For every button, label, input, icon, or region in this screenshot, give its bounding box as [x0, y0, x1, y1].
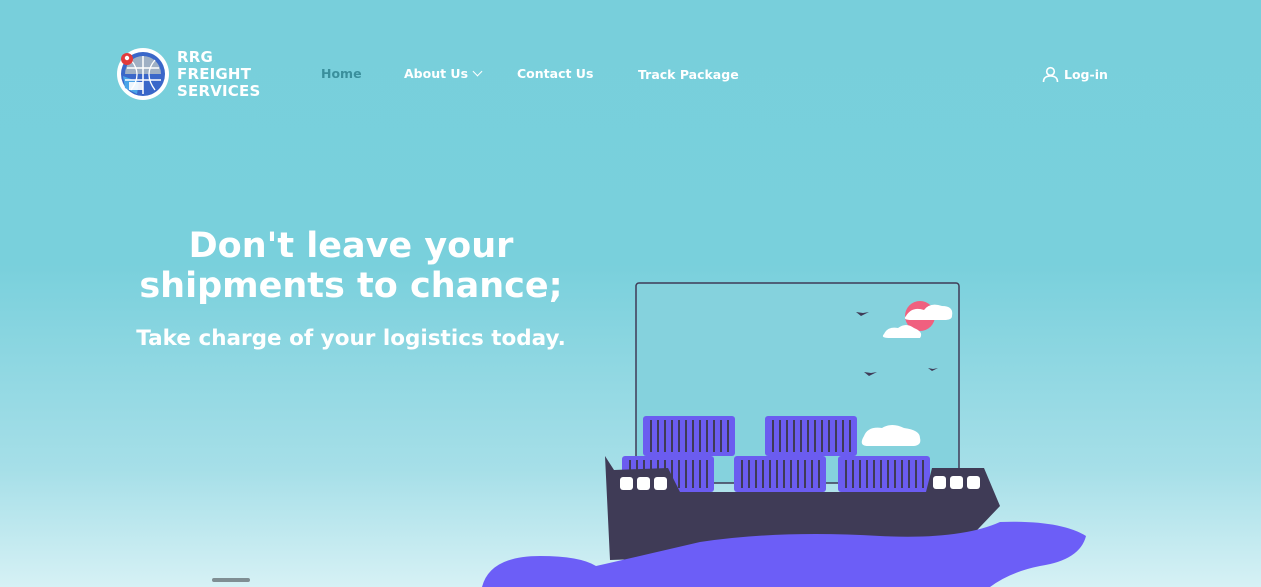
cloud-icon: [882, 325, 922, 338]
nav-about-label: About Us: [404, 66, 469, 81]
bird-icon: [928, 368, 938, 371]
sun-icon: [905, 301, 935, 331]
hero-title-line-1: Don't leave your: [188, 226, 514, 266]
ship-hull: [605, 456, 1000, 560]
hero-title-line-2: shipments to chance;: [139, 266, 563, 306]
nav-track-label: Track Package: [638, 67, 739, 82]
nav-contact-label: Contact Us: [517, 66, 594, 81]
globe-logo-icon: [117, 48, 169, 100]
brand-name: RRG FREIGHT SERVICES: [177, 47, 261, 100]
nav-about-us[interactable]: About Us: [404, 66, 483, 81]
hero-subtitle: Take charge of your logistics today.: [136, 326, 566, 351]
login-link[interactable]: Log-in: [1042, 66, 1108, 83]
portholes: [620, 476, 980, 490]
nav-home[interactable]: Home: [321, 66, 362, 81]
user-icon: [1042, 66, 1059, 83]
cloud-icon: [861, 425, 921, 446]
login-label: Log-in: [1064, 67, 1108, 82]
window-frame: [635, 282, 960, 484]
bird-icon: [864, 372, 877, 376]
hero-title: Don't leave your shipments to chance;: [110, 226, 592, 306]
brand-line-3: SERVICES: [177, 81, 261, 100]
nav-track-package[interactable]: Track Package: [638, 67, 739, 82]
brand-line-2: FREIGHT: [177, 64, 252, 83]
nav-home-label: Home: [321, 66, 362, 81]
chevron-down-icon: [472, 66, 483, 77]
container-stack-bottom: [622, 456, 930, 492]
bird-icon: [856, 312, 869, 316]
water-wave: [482, 521, 1086, 587]
scroll-indicator[interactable]: [212, 578, 250, 582]
container-stack-top: [643, 416, 857, 456]
cloud-icon: [904, 304, 953, 320]
nav-contact-us[interactable]: Contact Us: [517, 66, 593, 81]
brand-line-1: RRG: [177, 47, 214, 66]
brand-logo[interactable]: RRG FREIGHT SERVICES: [115, 46, 260, 102]
